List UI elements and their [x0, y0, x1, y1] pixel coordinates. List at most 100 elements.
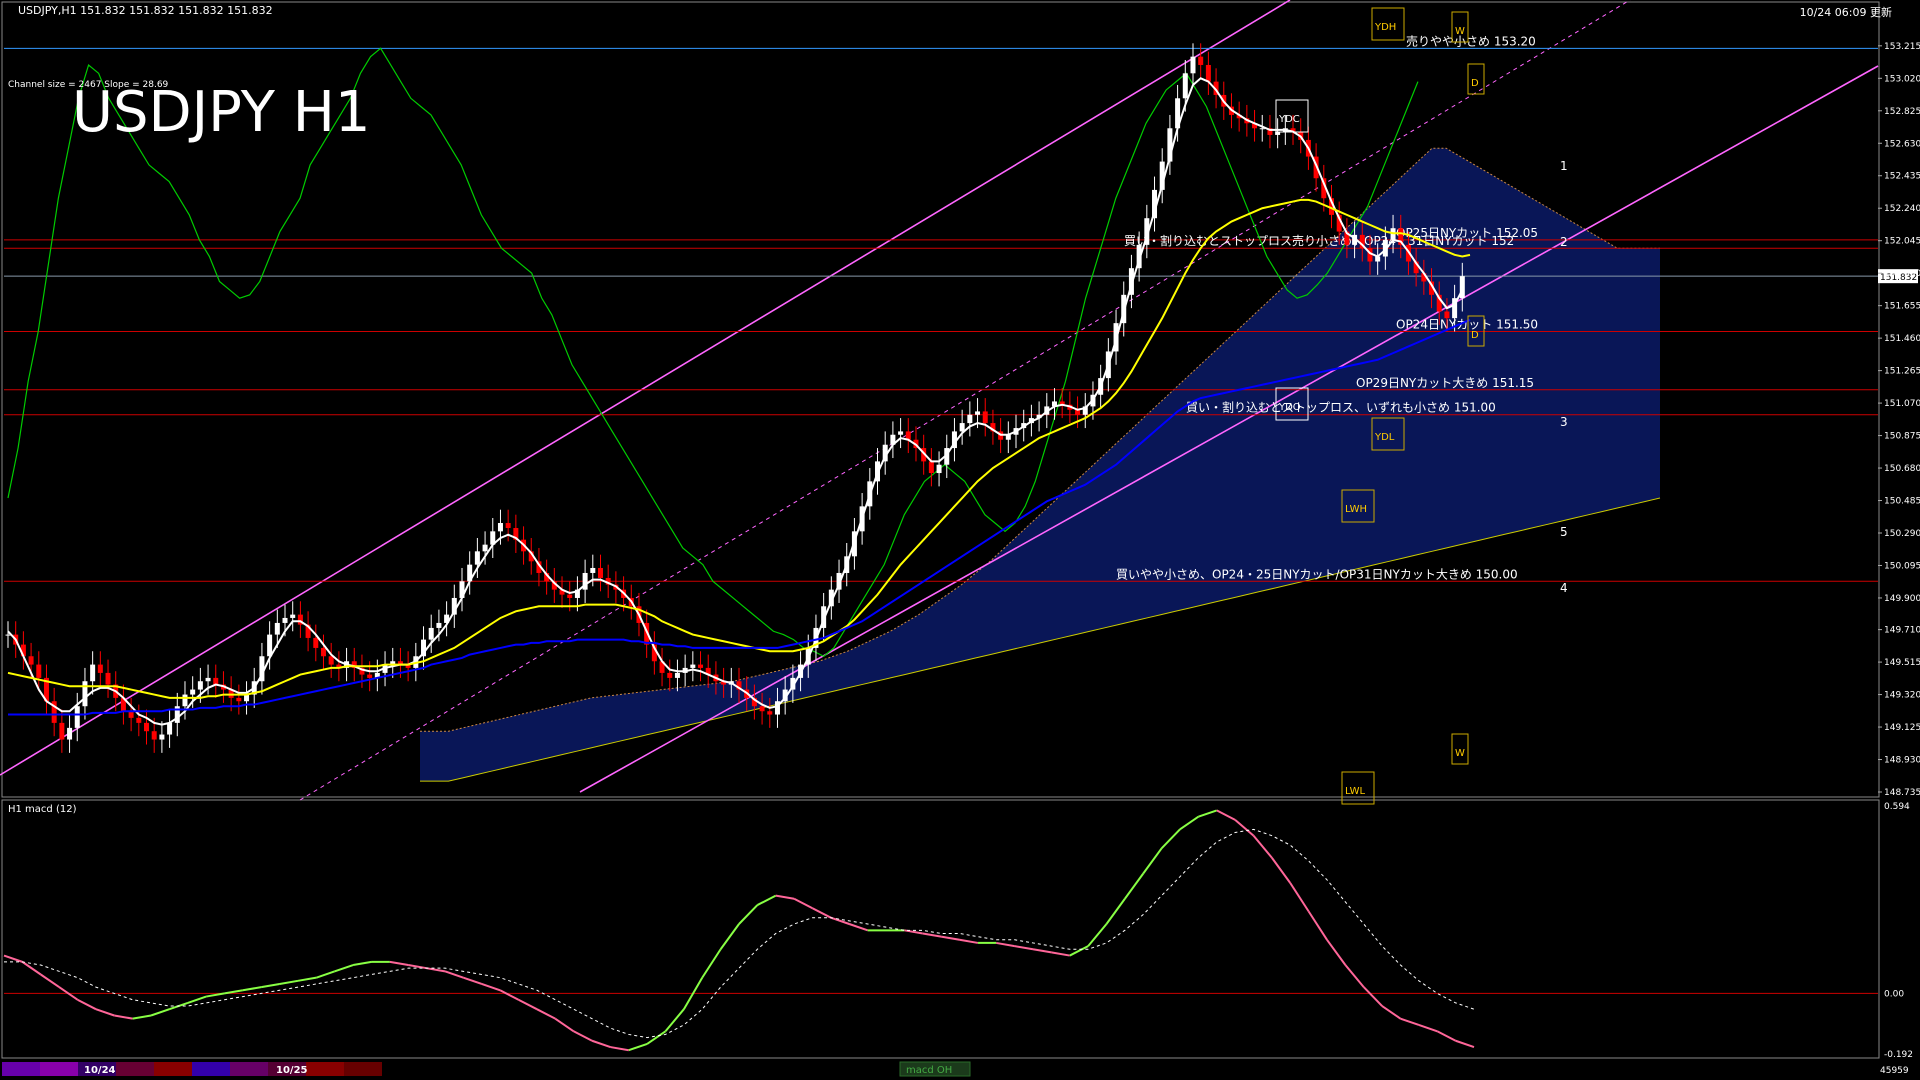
level-label: 買いやや小さめ、OP24・25日NYカット/OP31日NYカット大きめ 150.… — [1116, 567, 1518, 581]
marker-label: W — [1455, 26, 1465, 37]
marker-label: YDO — [1278, 402, 1301, 413]
macd-line — [297, 976, 317, 982]
date-label: 10/24 — [84, 1065, 116, 1076]
y-tick-label: 151.655 — [1884, 302, 1920, 312]
level-label: 売りやや小さめ 153.20 — [1406, 33, 1536, 48]
candle-body — [313, 637, 319, 648]
macd-line — [775, 894, 795, 900]
macd-line — [1160, 828, 1181, 849]
candle-body — [144, 722, 150, 732]
date-strip-segment — [116, 1062, 154, 1076]
date-strip-segment — [2, 1062, 40, 1076]
macd-line — [463, 976, 483, 985]
date-strip-segment — [40, 1062, 78, 1076]
y-tick-label: 150.095 — [1884, 561, 1920, 571]
indicator-label: macd OH — [906, 1065, 952, 1076]
candle-body — [5, 634, 11, 636]
candle-body — [190, 689, 196, 695]
candle-body — [67, 727, 73, 740]
candle-body — [759, 706, 765, 712]
macd-line — [848, 923, 868, 932]
macd-line — [1198, 809, 1218, 818]
big-title: USDJPY H1 — [72, 80, 371, 145]
symbol-header: USDJPY,H1 151.832 151.832 151.832 151.83… — [18, 4, 273, 17]
macd-line — [261, 982, 280, 989]
macd-line — [719, 923, 740, 950]
macd-line — [996, 941, 1015, 948]
bar-counter: 45959 — [1880, 1066, 1909, 1076]
candle-body — [767, 711, 773, 715]
level-label: OP24日NYカット 151.50 — [1396, 317, 1538, 331]
marker-label: D — [1471, 330, 1479, 341]
macd-line — [1252, 835, 1273, 859]
macd-line — [830, 916, 850, 925]
macd-line — [1069, 945, 1089, 957]
macd-line — [1087, 923, 1108, 947]
macd-line — [1142, 847, 1163, 875]
macd-line — [664, 1008, 685, 1032]
candle-body — [982, 411, 988, 424]
candle-body — [82, 681, 88, 707]
candle-body — [497, 523, 503, 532]
y-tick-label: 153.215 — [1884, 42, 1920, 52]
macd-line — [1363, 986, 1383, 1007]
candle-body — [105, 672, 111, 685]
macd-line — [77, 998, 97, 1011]
macd-line — [756, 894, 777, 906]
date-strip-segment — [306, 1062, 344, 1076]
macd-line — [812, 907, 832, 919]
macd-line — [499, 989, 519, 1001]
macd-line — [940, 935, 960, 941]
macd-line — [95, 1008, 115, 1017]
macd-line — [426, 967, 446, 973]
macd-line — [389, 960, 409, 967]
macd-line — [481, 983, 501, 992]
y-tick-label: 150.485 — [1884, 497, 1920, 507]
macd-line — [1418, 1024, 1438, 1033]
projection-label: 2 — [1560, 235, 1568, 249]
projection-label: 1 — [1560, 159, 1568, 173]
candle-body — [197, 681, 203, 690]
candle-body — [567, 594, 573, 598]
macd-line — [1381, 1005, 1402, 1020]
macd-line — [1014, 945, 1034, 951]
macd-line — [1271, 857, 1292, 884]
y-tick-label: 151.070 — [1884, 399, 1920, 409]
macd-line — [1234, 819, 1255, 837]
candle-body — [436, 622, 442, 628]
macd-line — [1216, 809, 1236, 821]
y-tick-label: 148.735 — [1884, 788, 1920, 798]
date-strip-segment — [230, 1062, 268, 1076]
candle-body — [59, 722, 65, 740]
candle-body — [328, 656, 334, 665]
marker-label: LWL — [1345, 786, 1366, 797]
projection-label: 4 — [1560, 581, 1568, 595]
macd-line — [591, 1039, 611, 1049]
candle-body — [936, 464, 942, 474]
macd-line — [279, 979, 299, 985]
candle-body — [1198, 56, 1204, 65]
candle-body — [167, 722, 173, 735]
macd-line — [1400, 1017, 1420, 1026]
level-label: OP29日NYカット大きめ 151.15 — [1356, 376, 1534, 390]
macd-line — [40, 973, 60, 988]
macd-line — [187, 995, 207, 1004]
macd-line — [1179, 815, 1199, 831]
date-strip-segment — [154, 1062, 192, 1076]
candle-body — [236, 697, 242, 702]
candle-body — [667, 672, 673, 678]
candle-body — [97, 664, 103, 673]
macd-line — [738, 904, 759, 925]
macd-line — [1124, 872, 1145, 900]
candle-body — [282, 617, 288, 623]
date-label: 10/25 — [276, 1065, 308, 1076]
candle-body — [182, 694, 188, 707]
marker-label: D — [1471, 78, 1479, 89]
macd-line — [1344, 964, 1365, 988]
macd-y-tick-label: 0.594 — [1884, 802, 1910, 812]
macd-signal-line — [4, 828, 1475, 1039]
candle-body — [1444, 311, 1450, 319]
y-tick-label: 149.710 — [1884, 626, 1920, 636]
y-tick-label: 151.460 — [1884, 334, 1920, 344]
y-tick-label: 149.900 — [1884, 594, 1920, 604]
